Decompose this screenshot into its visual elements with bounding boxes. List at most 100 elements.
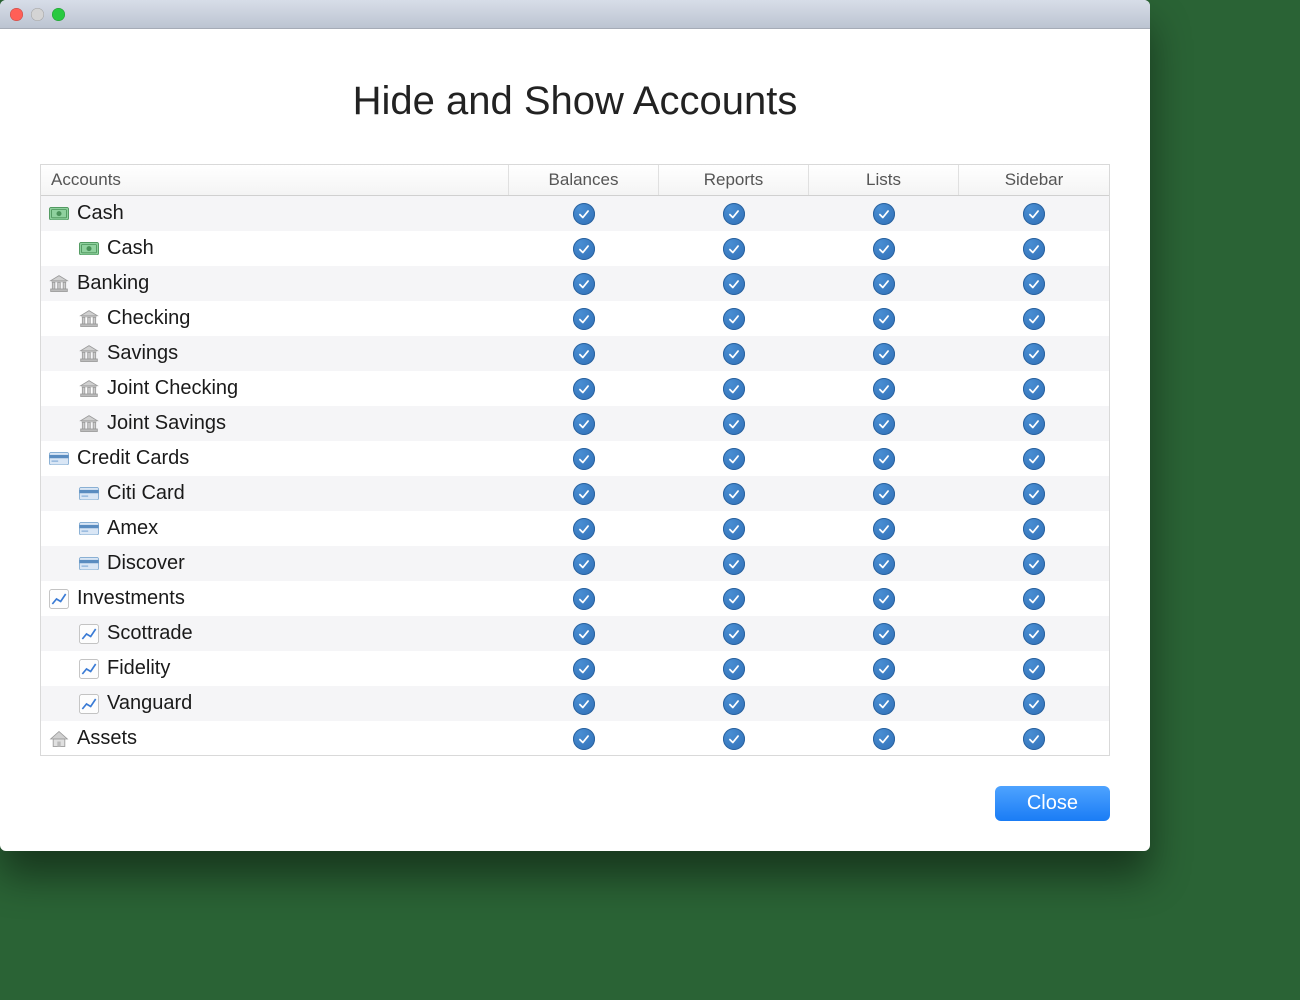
checkbox[interactable]	[573, 623, 595, 645]
checkbox[interactable]	[723, 448, 745, 470]
checkbox[interactable]	[873, 308, 895, 330]
column-header-accounts[interactable]: Accounts	[41, 165, 509, 195]
column-header-lists[interactable]: Lists	[809, 165, 959, 195]
close-button[interactable]: Close	[995, 786, 1110, 821]
checkbox[interactable]	[573, 588, 595, 610]
checkbox[interactable]	[873, 693, 895, 715]
checkbox[interactable]	[573, 413, 595, 435]
check-cell	[509, 378, 659, 400]
check-cell	[659, 448, 809, 470]
checkbox[interactable]	[573, 273, 595, 295]
checkbox[interactable]	[723, 728, 745, 750]
checkbox[interactable]	[723, 658, 745, 680]
checkbox[interactable]	[573, 728, 595, 750]
table-row: Joint Checking	[41, 371, 1109, 406]
account-label: Citi Card	[107, 482, 185, 505]
checkbox[interactable]	[873, 623, 895, 645]
checkbox[interactable]	[873, 273, 895, 295]
check-cell	[809, 203, 959, 225]
card-icon	[79, 554, 99, 574]
window-zoom-icon[interactable]	[52, 8, 65, 21]
checkbox[interactable]	[873, 553, 895, 575]
checkbox[interactable]	[1023, 623, 1045, 645]
check-cell	[959, 693, 1109, 715]
checkbox[interactable]	[723, 273, 745, 295]
checkbox[interactable]	[1023, 203, 1045, 225]
check-cell	[959, 483, 1109, 505]
checkbox[interactable]	[873, 378, 895, 400]
checkbox[interactable]	[723, 308, 745, 330]
account-cell: Amex	[41, 517, 509, 540]
checkbox[interactable]	[573, 308, 595, 330]
checkbox[interactable]	[873, 483, 895, 505]
checkbox[interactable]	[723, 238, 745, 260]
checkbox[interactable]	[873, 728, 895, 750]
checkbox[interactable]	[573, 658, 595, 680]
check-cell	[809, 728, 959, 750]
checkbox[interactable]	[1023, 483, 1045, 505]
table-row: Fidelity	[41, 651, 1109, 686]
checkbox[interactable]	[573, 448, 595, 470]
checkbox[interactable]	[573, 518, 595, 540]
checkbox[interactable]	[873, 588, 895, 610]
checkbox[interactable]	[1023, 553, 1045, 575]
check-cell	[659, 308, 809, 330]
titlebar[interactable]	[0, 0, 1150, 29]
checkbox[interactable]	[723, 343, 745, 365]
checkbox[interactable]	[1023, 588, 1045, 610]
checkbox[interactable]	[573, 693, 595, 715]
checkbox[interactable]	[723, 483, 745, 505]
column-header-reports[interactable]: Reports	[659, 165, 809, 195]
checkbox[interactable]	[723, 623, 745, 645]
checkbox[interactable]	[1023, 273, 1045, 295]
checkbox[interactable]	[723, 553, 745, 575]
checkbox[interactable]	[573, 553, 595, 575]
account-label: Cash	[107, 237, 154, 260]
checkbox[interactable]	[723, 518, 745, 540]
checkbox[interactable]	[1023, 238, 1045, 260]
account-label: Assets	[77, 727, 137, 750]
checkbox[interactable]	[573, 238, 595, 260]
column-header-balances[interactable]: Balances	[509, 165, 659, 195]
checkbox[interactable]	[873, 238, 895, 260]
check-cell	[959, 518, 1109, 540]
checkbox[interactable]	[873, 518, 895, 540]
checkbox[interactable]	[723, 203, 745, 225]
account-cell: Citi Card	[41, 482, 509, 505]
checkbox[interactable]	[1023, 343, 1045, 365]
dialog-window: Hide and Show Accounts Accounts Balances…	[0, 0, 1150, 851]
checkbox[interactable]	[1023, 518, 1045, 540]
check-cell	[809, 273, 959, 295]
checkbox[interactable]	[723, 378, 745, 400]
checkbox[interactable]	[573, 483, 595, 505]
checkbox[interactable]	[723, 588, 745, 610]
check-cell	[959, 273, 1109, 295]
checkbox[interactable]	[1023, 413, 1045, 435]
house-icon	[49, 729, 69, 749]
account-label: Fidelity	[107, 657, 170, 680]
window-minimize-icon[interactable]	[31, 8, 44, 21]
checkbox[interactable]	[573, 378, 595, 400]
checkbox[interactable]	[1023, 693, 1045, 715]
check-cell	[659, 273, 809, 295]
checkbox[interactable]	[1023, 378, 1045, 400]
checkbox[interactable]	[573, 203, 595, 225]
checkbox[interactable]	[1023, 448, 1045, 470]
checkbox[interactable]	[573, 343, 595, 365]
checkbox[interactable]	[873, 658, 895, 680]
checkbox[interactable]	[873, 448, 895, 470]
account-cell: Joint Savings	[41, 412, 509, 435]
check-cell	[509, 308, 659, 330]
checkbox[interactable]	[873, 413, 895, 435]
window-close-icon[interactable]	[10, 8, 23, 21]
checkbox[interactable]	[873, 203, 895, 225]
check-cell	[659, 623, 809, 645]
checkbox[interactable]	[723, 413, 745, 435]
column-header-sidebar[interactable]: Sidebar	[959, 165, 1109, 195]
checkbox[interactable]	[1023, 728, 1045, 750]
checkbox[interactable]	[1023, 658, 1045, 680]
checkbox[interactable]	[873, 343, 895, 365]
checkbox[interactable]	[1023, 308, 1045, 330]
chart-icon	[79, 659, 99, 679]
checkbox[interactable]	[723, 693, 745, 715]
